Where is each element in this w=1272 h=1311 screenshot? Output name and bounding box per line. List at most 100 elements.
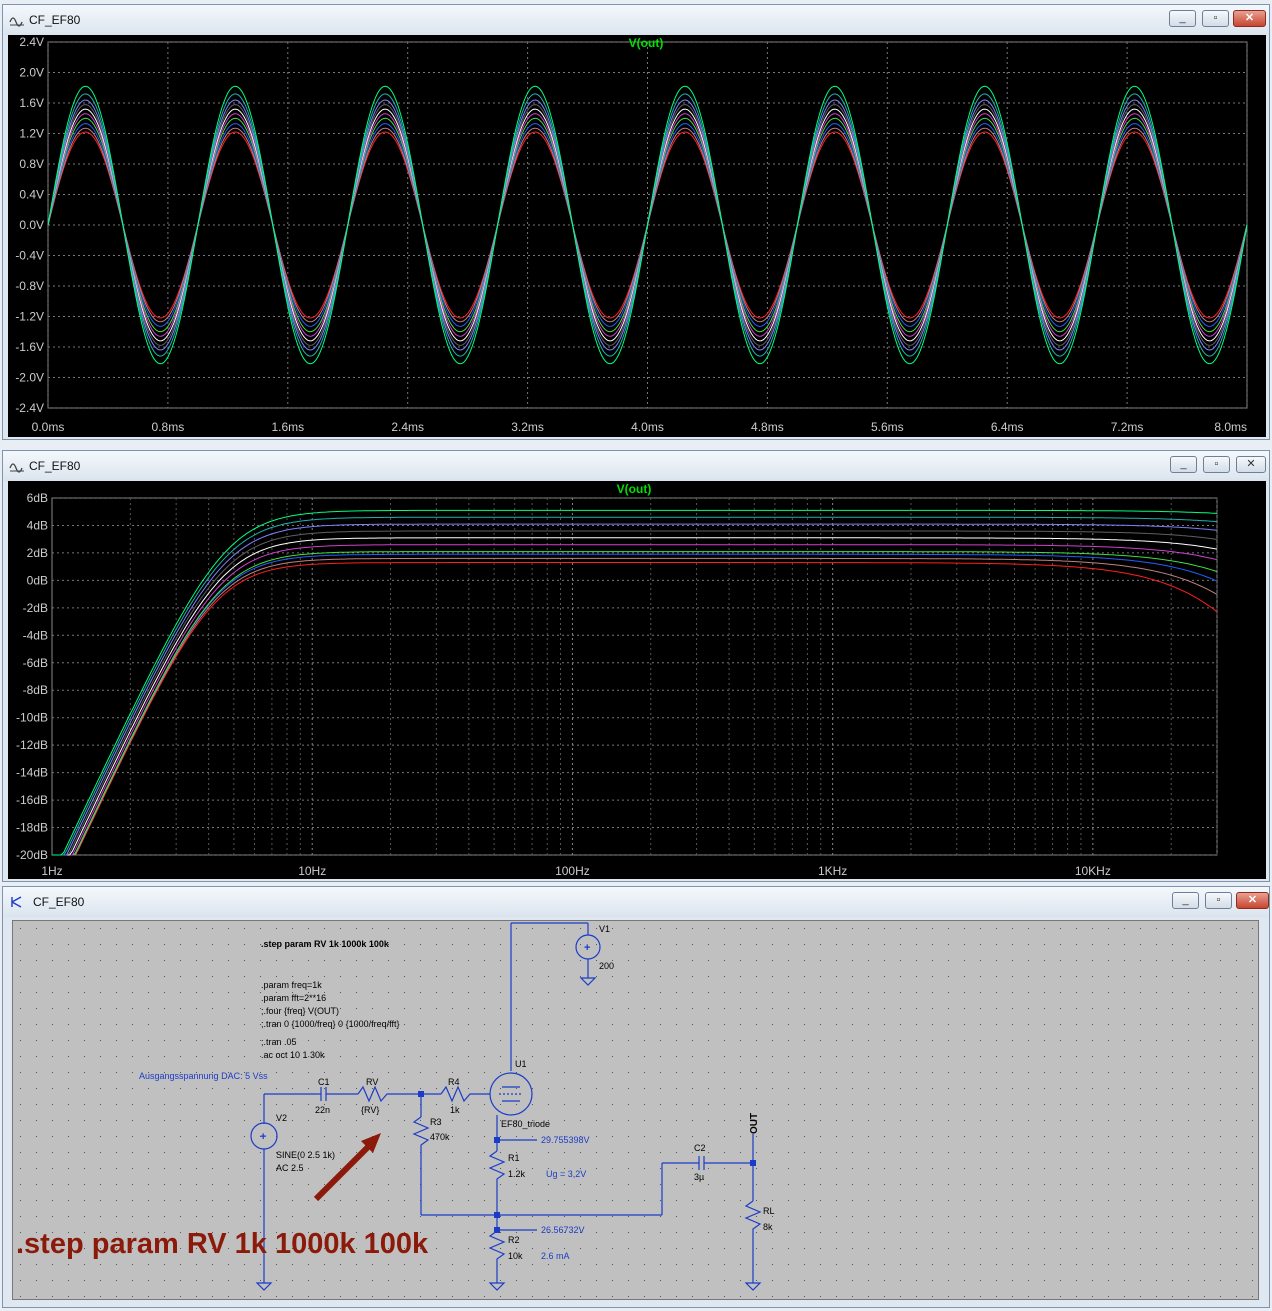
x-tick-label: 10KHz xyxy=(1075,864,1111,878)
minimize-button[interactable]: _ xyxy=(1170,456,1197,473)
y-tick-label: -4dB xyxy=(23,628,48,642)
y-tick-label: -0.4V xyxy=(15,249,44,263)
y-tick-label: 0.8V xyxy=(19,157,44,171)
window-title: CF_EF80 xyxy=(29,459,81,473)
cathode-voltage-annotation[interactable]: 29.755398V xyxy=(541,1135,590,1145)
v1-value[interactable]: 200 xyxy=(599,961,614,971)
trace-label[interactable]: V(out) xyxy=(629,36,664,50)
current-annotation[interactable]: 2.6 mA xyxy=(541,1251,570,1261)
y-tick-label: -18dB xyxy=(16,821,48,835)
r4-name[interactable]: R4 xyxy=(448,1077,460,1087)
dac-comment[interactable]: Ausgangsspannung DAC: 5 Vss xyxy=(139,1071,268,1081)
transient-plot-window: CF_EF80 _ ▫ ✕ 2.4V 2.0V 1.6V 1.2V 0.8V 0.4V 0.… xyxy=(2,4,1270,440)
close-button[interactable]: ✕ xyxy=(1236,456,1266,473)
y-tick-label: -16dB xyxy=(16,793,48,807)
y-tick-label: 2.4V xyxy=(19,35,44,49)
window-title: CF_EF80 xyxy=(29,13,81,27)
schematic-canvas[interactable]: .step param RV 1k 1000k 100k .param freq… xyxy=(12,920,1260,1301)
tran-directive[interactable]: ;.tran 0 {1000/freq} 0 {1000/freq/fft} xyxy=(261,1019,399,1029)
r3-name[interactable]: R3 xyxy=(430,1117,442,1127)
maximize-button[interactable]: ▫ xyxy=(1202,10,1229,27)
c2-name[interactable]: C2 xyxy=(694,1143,706,1153)
c1-value[interactable]: 22n xyxy=(315,1105,330,1115)
y-tick-label: 1.6V xyxy=(19,96,44,110)
trace-line xyxy=(52,551,1218,856)
y-tick-label: -0.8V xyxy=(15,279,44,293)
schematic-window: CF_EF80 _ ▫ ✕ .step param RV 1k 1000k 10… xyxy=(2,886,1270,1308)
y-tick-label: 0dB xyxy=(27,573,48,587)
y-tick-label: -12dB xyxy=(16,738,48,752)
ac-plot-window: CF_EF80 _ ▫ ✕ 6dB 4dB 2dB 0dB -2dB -4dB -6dB -8… xyxy=(2,450,1270,882)
title-bar[interactable]: CF_EF80 _ ▫ ✕ xyxy=(3,887,1269,917)
y-tick-label: 4dB xyxy=(27,518,48,532)
r4-value[interactable]: 1k xyxy=(450,1105,460,1115)
waveform-plot[interactable]: 2.4V 2.0V 1.6V 1.2V 0.8V 0.4V 0.0V -0.4V -0.8V -1… xyxy=(8,35,1266,437)
transient-graph: 2.4V 2.0V 1.6V 1.2V 0.8V 0.4V 0.0V -0.4V -0.8V -1… xyxy=(15,35,1248,434)
trace-line xyxy=(52,537,1218,856)
v1-name[interactable]: V1 xyxy=(599,924,610,934)
u1-name[interactable]: U1 xyxy=(515,1059,527,1069)
close-button[interactable]: ✕ xyxy=(1236,892,1269,909)
r3-value[interactable]: 470k xyxy=(430,1132,450,1142)
y-tick-label: -2dB xyxy=(23,601,48,615)
rl-value[interactable]: 8k xyxy=(763,1222,773,1232)
r2-value[interactable]: 10k xyxy=(508,1251,523,1261)
y-tick-label: 0.4V xyxy=(19,188,44,202)
x-tick-label: 0.8ms xyxy=(152,420,185,434)
x-tick-label: 6.4ms xyxy=(991,420,1024,434)
title-bar[interactable]: CF_EF80 _ ▫ ✕ xyxy=(3,5,1269,35)
r1-value[interactable]: 1.2k xyxy=(508,1169,526,1179)
y-tick-label: -10dB xyxy=(16,711,48,725)
x-tick-label: 4.0ms xyxy=(631,420,664,434)
maximize-button[interactable]: ▫ xyxy=(1203,456,1230,473)
trace-line xyxy=(52,530,1218,856)
rl-name[interactable]: RL xyxy=(763,1206,775,1216)
x-tick-label: 2.4ms xyxy=(391,420,424,434)
trace-label[interactable]: V(out) xyxy=(617,482,652,496)
y-tick-label: -2.0V xyxy=(15,371,44,385)
r2-name[interactable]: R2 xyxy=(508,1235,520,1245)
r1-name[interactable]: R1 xyxy=(508,1153,520,1163)
v2-name[interactable]: V2 xyxy=(276,1113,287,1123)
trace-line xyxy=(52,557,1218,856)
x-tick-label: 5.6ms xyxy=(871,420,904,434)
param-fft-directive[interactable]: .param fft=2**16 xyxy=(261,993,326,1003)
bode-plot[interactable]: 6dB 4dB 2dB 0dB -2dB -4dB -6dB -8dB -10dB -12dB -1… xyxy=(8,481,1266,879)
tran-short-directive[interactable]: ;.tran .05 xyxy=(261,1037,297,1047)
param-freq-directive[interactable]: .param freq=1k xyxy=(261,980,322,990)
waveform-icon xyxy=(9,17,24,27)
y-tick-label: -8dB xyxy=(23,683,48,697)
c1-name[interactable]: C1 xyxy=(318,1077,330,1087)
ac-directive[interactable]: .ac oct 10 1 30k xyxy=(261,1050,325,1060)
out-net-label[interactable]: OUT xyxy=(749,1113,760,1134)
y-tick-label: 6dB xyxy=(27,491,48,505)
minimize-button[interactable]: _ xyxy=(1172,892,1199,909)
y-tick-label: -20dB xyxy=(16,848,48,862)
waveform-icon xyxy=(9,463,24,473)
rv-value[interactable]: {RV} xyxy=(361,1105,379,1115)
mid-voltage-annotation[interactable]: 26.56732V xyxy=(541,1225,585,1235)
x-tick-label: 1.6ms xyxy=(271,420,304,434)
v2-value[interactable]: SINE(0 2.5 1k) xyxy=(276,1150,335,1160)
x-tick-label: 10Hz xyxy=(298,864,326,878)
schematic-icon xyxy=(11,896,22,908)
overlay-step-text: .step param RV 1k 1000k 100k xyxy=(16,1228,429,1260)
grid-bias-annotation[interactable]: Ug = 3,2V xyxy=(546,1169,586,1179)
minimize-button[interactable]: _ xyxy=(1169,10,1196,27)
title-bar[interactable]: CF_EF80 _ ▫ ✕ xyxy=(3,451,1269,481)
maximize-button[interactable]: ▫ xyxy=(1205,892,1232,909)
step-directive[interactable]: .step param RV 1k 1000k 100k xyxy=(261,939,390,949)
four-directive[interactable]: ;.four {freq} V(OUT) xyxy=(261,1006,339,1016)
rv-name[interactable]: RV xyxy=(366,1077,378,1087)
v2-ac-value[interactable]: AC 2.5 xyxy=(276,1163,304,1173)
trace-line xyxy=(52,544,1218,856)
y-tick-label: -1.2V xyxy=(15,310,44,324)
svg-text:+: + xyxy=(584,942,590,954)
svg-text:+: + xyxy=(260,1131,266,1143)
c2-value[interactable]: 3µ xyxy=(694,1172,704,1182)
u1-value[interactable]: EF80_triode xyxy=(501,1119,550,1129)
close-button[interactable]: ✕ xyxy=(1233,10,1266,27)
x-tick-label: 0.0ms xyxy=(32,420,65,434)
x-tick-label: 8.0ms xyxy=(1214,420,1247,434)
y-tick-label: 2dB xyxy=(27,546,48,560)
